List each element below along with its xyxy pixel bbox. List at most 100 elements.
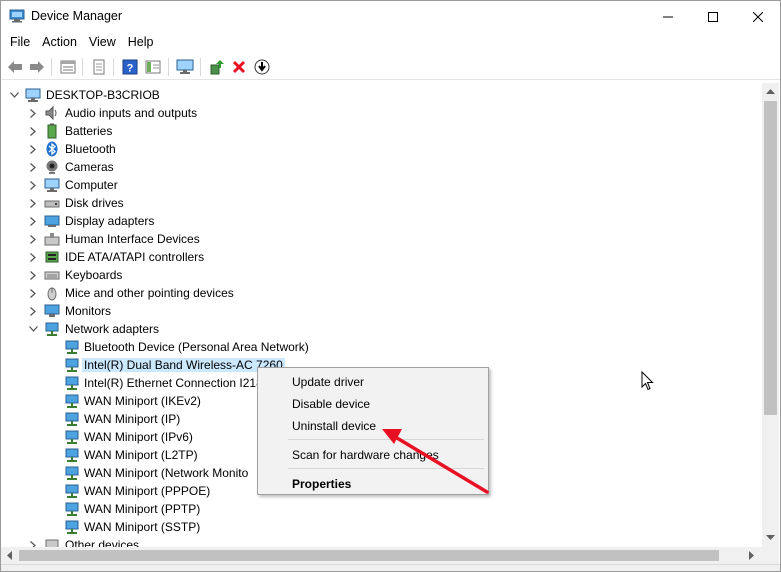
view-panel-button[interactable] [143, 57, 163, 77]
title-bar: Device Manager [1, 1, 780, 32]
menu-disable-device[interactable]: Disable device [260, 393, 486, 415]
computer-icon [44, 177, 60, 193]
chevron-right-icon[interactable] [28, 215, 38, 227]
tree-category-computer-label: Computer [65, 178, 118, 192]
menu-update-driver[interactable]: Update driver [260, 371, 486, 393]
document-button[interactable] [89, 57, 109, 77]
chevron-right-icon[interactable] [28, 161, 38, 173]
tree-category-audio-inputs-and-outputs[interactable]: Audio inputs and outputs [1, 104, 762, 122]
uninstall-button[interactable] [229, 57, 249, 77]
tree-category-batteries[interactable]: Batteries [1, 122, 762, 140]
tree-category-network-adapters[interactable]: Network adapters [1, 320, 762, 338]
chevron-down-icon[interactable] [28, 323, 38, 335]
chevron-right-icon[interactable] [28, 269, 38, 281]
window-title: Device Manager [31, 9, 123, 23]
network-adapter-item-label: WAN Miniport (Network Monito [84, 466, 249, 480]
battery-icon [44, 123, 60, 139]
network-adapter-item-label: WAN Miniport (IP) [84, 412, 181, 426]
download-icon [254, 59, 270, 75]
tree-category-monitors[interactable]: Monitors [1, 302, 762, 320]
network-adapter-item-label: WAN Miniport (L2TP) [84, 448, 198, 462]
chevron-right-icon[interactable] [28, 107, 38, 119]
vertical-scrollbar[interactable] [762, 83, 779, 547]
camera-icon [44, 159, 60, 175]
update-driver-button[interactable] [207, 57, 227, 77]
menu-action[interactable]: Action [36, 32, 83, 53]
tree-category-keyboards[interactable]: Keyboards [1, 266, 762, 284]
scroll-down-icon[interactable] [766, 535, 775, 541]
menu-properties[interactable]: Properties [260, 473, 486, 495]
svg-text:?: ? [127, 63, 134, 75]
toolbar: ? [1, 54, 780, 80]
tree-category-other-devices[interactable]: Other devices [1, 536, 762, 547]
tree-category-disk-drives[interactable]: Disk drives [1, 194, 762, 212]
chevron-right-icon[interactable] [28, 305, 38, 317]
chevron-right-icon[interactable] [28, 233, 38, 245]
menu-disable-device-label: Disable device [292, 397, 371, 411]
menu-view[interactable]: View [83, 32, 122, 53]
tree-category-cameras[interactable]: Cameras [1, 158, 762, 176]
menu-file[interactable]: File [1, 32, 36, 53]
update-driver-icon [210, 60, 224, 75]
bluetooth-icon [44, 141, 60, 157]
device-manager-icon [9, 9, 25, 23]
chevron-right-icon[interactable] [28, 287, 38, 299]
network-adapter-item-label: WAN Miniport (PPTP) [84, 502, 201, 516]
tree-category-keyboards-label: Keyboards [65, 268, 123, 282]
scan-monitor-button[interactable] [175, 57, 195, 77]
network-adapter-item[interactable]: Bluetooth Device (Personal Area Network) [1, 338, 762, 356]
monitor-icon [176, 59, 194, 74]
chevron-right-icon[interactable] [28, 179, 38, 191]
tree-category-human-interface-devices[interactable]: Human Interface Devices [1, 230, 762, 248]
minimize-button[interactable] [645, 1, 691, 32]
network-adapter-item[interactable]: WAN Miniport (SSTP) [1, 518, 762, 536]
forward-button[interactable] [27, 57, 47, 77]
back-button[interactable] [5, 57, 25, 77]
chevron-right-icon[interactable] [28, 143, 38, 155]
menu-uninstall-device[interactable]: Uninstall device [260, 415, 486, 437]
horizontal-scroll-thumb[interactable] [19, 550, 719, 561]
network-icon [64, 357, 80, 373]
chevron-right-icon[interactable] [28, 197, 38, 209]
tree-category-batteries-label: Batteries [65, 124, 113, 138]
network-adapter-item-label: Bluetooth Device (Personal Area Network) [84, 340, 309, 354]
tree-category-network-adapters-label: Network adapters [65, 322, 160, 336]
network-icon [44, 321, 60, 337]
scroll-right-icon[interactable] [749, 551, 755, 560]
chevron-right-icon[interactable] [28, 251, 38, 263]
mouse-cursor-icon [641, 371, 654, 391]
tree-category-bluetooth-label: Bluetooth [65, 142, 116, 156]
download-button[interactable] [252, 57, 272, 77]
chevron-right-icon[interactable] [28, 539, 38, 547]
network-adapter-item[interactable]: WAN Miniport (PPTP) [1, 500, 762, 518]
vertical-scroll-thumb[interactable] [764, 101, 777, 415]
menu-scan-hardware-label: Scan for hardware changes [292, 448, 439, 462]
maximize-button[interactable] [690, 1, 736, 32]
tree-category-ide-ata-atapi-controllers[interactable]: IDE ATA/ATAPI controllers [1, 248, 762, 266]
menu-help[interactable]: Help [122, 32, 160, 53]
uninstall-x-icon [232, 60, 246, 74]
help-button[interactable]: ? [120, 57, 140, 77]
scroll-up-icon[interactable] [766, 88, 775, 94]
tree-category-other-devices-label: Other devices [65, 538, 140, 547]
tree-category-computer[interactable]: Computer [1, 176, 762, 194]
tree-category-bluetooth[interactable]: Bluetooth [1, 140, 762, 158]
scroll-left-icon[interactable] [6, 551, 12, 560]
network-adapter-item-label: WAN Miniport (PPPOE) [84, 484, 211, 498]
close-button[interactable] [735, 1, 780, 32]
chevron-right-icon[interactable] [28, 125, 38, 137]
tree-category-audio-inputs-and-outputs-label: Audio inputs and outputs [65, 106, 198, 120]
network-adapter-item-label: Intel(R) Ethernet Connection I218 [84, 376, 263, 390]
display-icon [44, 213, 60, 229]
tree-category-display-adapters[interactable]: Display adapters [1, 212, 762, 230]
tree-root[interactable]: DESKTOP-B3CRIOB [1, 86, 762, 104]
horizontal-scrollbar[interactable] [1, 547, 762, 564]
menu-scan-hardware[interactable]: Scan for hardware changes [260, 444, 486, 466]
properties-button[interactable] [58, 57, 78, 77]
menu-separator [288, 468, 484, 469]
tree-category-mice-and-other-pointing-devices[interactable]: Mice and other pointing devices [1, 284, 762, 302]
chevron-down-icon[interactable] [9, 89, 19, 101]
disk-icon [44, 195, 60, 211]
tree-category-ide-ata-atapi-controllers-label: IDE ATA/ATAPI controllers [65, 250, 205, 264]
speaker-icon [44, 105, 60, 121]
